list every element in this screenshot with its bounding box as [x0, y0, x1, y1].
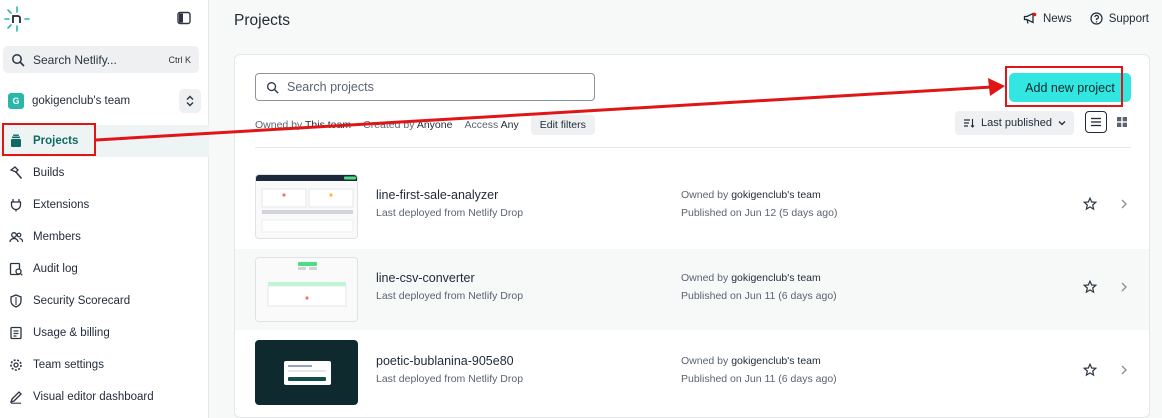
top-links: News Support: [1023, 12, 1149, 25]
annotation-box-projects: [2, 123, 96, 156]
grid-view-toggle[interactable]: [1111, 111, 1133, 133]
project-published: Published on Jun 11 (6 days ago): [681, 290, 837, 302]
sidebar-item-usage-billing[interactable]: Usage & billing: [0, 317, 209, 349]
star-icon[interactable]: [1083, 363, 1097, 377]
annotation-box-add-project: [1005, 66, 1123, 107]
project-owner: Owned by gokigenclub's team: [681, 355, 821, 367]
projects-panel: Search projects Add new project Owned by…: [234, 54, 1150, 418]
audit-icon: [9, 262, 23, 276]
filter-access[interactable]: Access Any: [464, 119, 518, 131]
sidebar-item-label: Members: [33, 231, 81, 243]
sidebar-search-label: Search Netlify...: [33, 52, 117, 67]
sidebar-collapse-icon[interactable]: [177, 11, 191, 25]
search-icon: [267, 81, 279, 94]
sidebar-item-team-settings[interactable]: Team settings: [0, 349, 209, 381]
team-name: gokigenclub's team: [32, 95, 131, 107]
sidebar-item-label: Visual editor dashboard: [33, 391, 154, 403]
project-row[interactable]: line-first-sale-analyzer Last deployed f…: [235, 166, 1149, 247]
project-thumbnail: [255, 257, 358, 322]
sort-label: Last published: [981, 117, 1052, 129]
star-icon[interactable]: [1083, 197, 1097, 211]
project-deploy-source: Last deployed from Netlify Drop: [376, 207, 524, 219]
chevron-right-icon[interactable]: [1119, 281, 1129, 293]
project-published: Published on Jun 12 (5 days ago): [681, 207, 838, 219]
project-deploy-source: Last deployed from Netlify Drop: [376, 290, 524, 302]
sidebar-item-visual-editor[interactable]: Visual editor dashboard: [0, 381, 209, 413]
team-switcher[interactable]: G gokigenclub's team: [0, 88, 209, 114]
project-owner: Owned by gokigenclub's team: [681, 189, 821, 201]
sidebar-item-members[interactable]: Members: [0, 221, 209, 253]
filter-owned-by[interactable]: Owned by This team: [255, 119, 351, 131]
list-icon: [1091, 117, 1101, 127]
team-avatar: G: [8, 93, 24, 109]
sidebar-item-label: Builds: [33, 167, 65, 179]
chevron-right-icon[interactable]: [1119, 364, 1129, 376]
edit-filters-button[interactable]: Edit filters: [530, 115, 595, 135]
sidebar-search[interactable]: Search Netlify... Ctrl K: [3, 46, 199, 73]
support-label: Support: [1108, 12, 1149, 25]
list-view-toggle[interactable]: [1085, 111, 1107, 133]
sidebar-item-label: Security Scorecard: [33, 295, 131, 307]
sidebar-nav: Projects Builds Extensions Members Audit…: [0, 125, 209, 413]
project-row[interactable]: poetic-bublanina-905e80 Last deployed fr…: [235, 332, 1149, 413]
project-search-placeholder: Search projects: [287, 80, 374, 94]
project-name[interactable]: line-csv-converter: [376, 271, 475, 285]
chevron-down-icon: [1058, 121, 1066, 126]
sidebar-item-extensions[interactable]: Extensions: [0, 189, 209, 221]
page-title: Projects: [234, 12, 290, 29]
billing-icon: [9, 326, 23, 340]
sidebar-item-label: Audit log: [33, 263, 78, 275]
team-switch-button[interactable]: [179, 89, 201, 113]
pen-icon: [9, 390, 23, 404]
sidebar-item-label: Extensions: [33, 199, 90, 211]
netlify-logo[interactable]: [4, 6, 30, 32]
sort-icon: [964, 119, 975, 128]
sidebar-item-audit-log[interactable]: Audit log: [0, 253, 209, 285]
chevron-right-icon[interactable]: [1119, 198, 1129, 210]
star-icon[interactable]: [1083, 280, 1097, 294]
gear-icon: [9, 358, 23, 372]
filter-created-by[interactable]: Created by Anyone: [363, 119, 452, 131]
sidebar: Search Netlify... Ctrl K G gokigenclub's…: [0, 0, 209, 418]
project-deploy-source: Last deployed from Netlify Drop: [376, 373, 524, 385]
sort-dropdown[interactable]: Last published: [955, 111, 1074, 135]
megaphone-icon: [1023, 12, 1037, 24]
project-name[interactable]: poetic-bublanina-905e80: [376, 354, 514, 368]
project-name[interactable]: line-first-sale-analyzer: [376, 188, 498, 202]
support-link[interactable]: Support: [1090, 12, 1149, 25]
plug-icon: [9, 198, 23, 212]
sidebar-item-builds[interactable]: Builds: [0, 157, 209, 189]
project-row[interactable]: line-csv-converter Last deployed from Ne…: [235, 249, 1149, 330]
sidebar-item-label: Usage & billing: [33, 327, 110, 339]
search-shortcut: Ctrl K: [168, 54, 192, 65]
users-icon: [9, 230, 23, 244]
chevron-updown-icon: [186, 95, 194, 107]
project-published: Published on Jun 11 (6 days ago): [681, 373, 837, 385]
project-thumbnail: [255, 340, 358, 405]
divider: [255, 147, 1131, 148]
project-owner: Owned by gokigenclub's team: [681, 272, 821, 284]
project-search-input[interactable]: Search projects: [255, 73, 595, 101]
news-label: News: [1042, 12, 1072, 25]
help-circle-icon: [1090, 12, 1103, 25]
news-link[interactable]: News: [1023, 12, 1072, 25]
sidebar-item-label: Team settings: [33, 359, 104, 371]
hammer-icon: [9, 166, 23, 180]
shield-icon: [9, 294, 23, 308]
project-thumbnail: [255, 174, 358, 239]
sidebar-item-security-scorecard[interactable]: Security Scorecard: [0, 285, 209, 317]
grid-icon: [1117, 117, 1127, 127]
filters-bar: Owned by This team Created by Anyone Acc…: [255, 115, 595, 135]
search-icon: [12, 53, 25, 67]
